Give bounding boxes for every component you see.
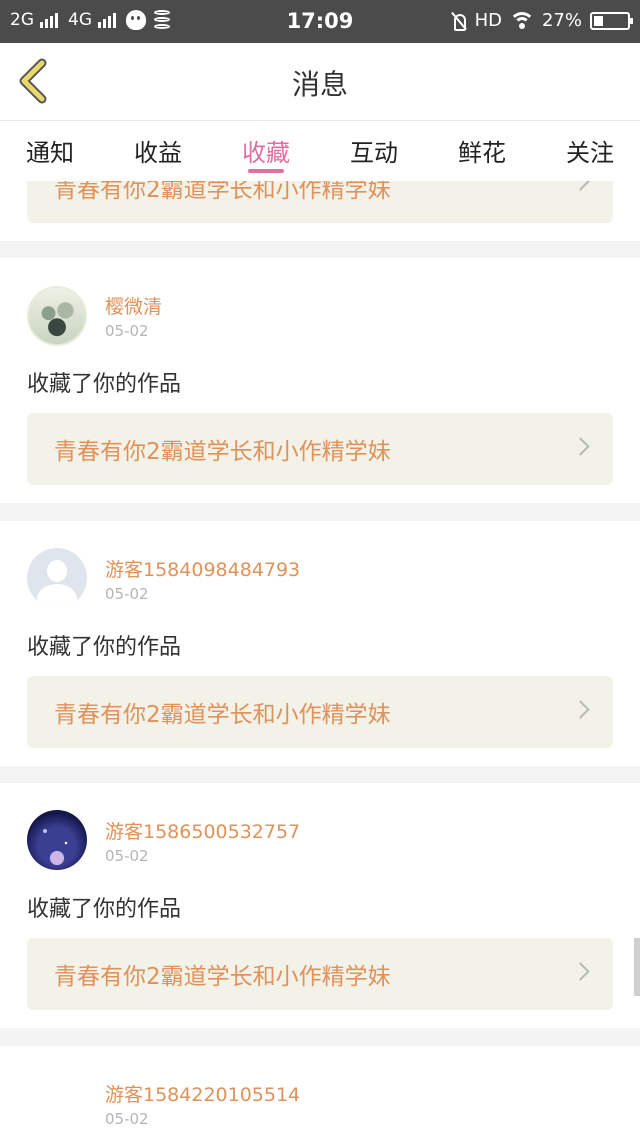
- battery-percent: 27%: [541, 10, 582, 31]
- scrollbar[interactable]: [634, 938, 640, 996]
- work-title: 青春有你2霸道学长和小作精学妹: [54, 964, 391, 990]
- username[interactable]: 游客1584220105514: [105, 1080, 300, 1107]
- header: 消息: [0, 43, 640, 121]
- battery-icon: [590, 11, 633, 30]
- avatar[interactable]: [27, 548, 87, 608]
- mute-icon: [451, 12, 467, 31]
- work-title: 青春有你2霸道学长和小作精学妹: [54, 181, 391, 203]
- work-link[interactable]: 青春有你2霸道学长和小作精学妹: [27, 938, 613, 1010]
- chevron-right-icon: [571, 962, 590, 981]
- tab-bar: 通知 收益 收藏 互动 鲜花 关注: [0, 121, 640, 181]
- work-link[interactable]: 青春有你2霸道学长和小作精学妹: [27, 181, 613, 223]
- date: 05-02: [105, 322, 149, 340]
- tab-interactions[interactable]: 互动: [350, 121, 398, 181]
- avatar[interactable]: [27, 810, 87, 870]
- chevron-right-icon: [571, 437, 590, 456]
- list-item: 游客1586500532757 05-02 收藏了你的作品 青春有你2霸道学长和…: [0, 783, 640, 1028]
- avatar[interactable]: [27, 286, 87, 346]
- chevron-right-icon: [571, 181, 590, 191]
- default-avatar-icon: [47, 560, 67, 582]
- username[interactable]: 游客1586500532757: [105, 817, 300, 844]
- hd-label: HD: [474, 10, 502, 31]
- action-text: 收藏了你的作品: [27, 635, 182, 660]
- work-link[interactable]: 青春有你2霸道学长和小作精学妹: [27, 413, 613, 485]
- page-title: 消息: [291, 68, 348, 101]
- wifi-icon: [509, 11, 534, 30]
- date: 05-02: [105, 847, 149, 865]
- action-text: 收藏了你的作品: [27, 897, 182, 922]
- tab-notifications[interactable]: 通知: [26, 121, 74, 181]
- work-title: 青春有你2霸道学长和小作精学妹: [54, 702, 391, 728]
- date: 05-02: [105, 1110, 149, 1128]
- list-item: 游客1584098484793 05-02 收藏了你的作品 青春有你2霸道学长和…: [0, 521, 640, 766]
- status-bar: 2G 4G 17:09 HD 27%: [0, 0, 640, 43]
- list-item: 樱微清 05-02 收藏了你的作品 青春有你2霸道学长和小作精学妹: [0, 258, 640, 503]
- date: 05-02: [105, 585, 149, 603]
- work-title: 青春有你2霸道学长和小作精学妹: [54, 439, 391, 465]
- username[interactable]: 游客1584098484793: [105, 555, 300, 582]
- username[interactable]: 樱微清: [105, 292, 162, 319]
- action-text: 收藏了你的作品: [27, 372, 182, 397]
- tab-flowers[interactable]: 鲜花: [458, 121, 506, 181]
- tab-earnings[interactable]: 收益: [134, 121, 182, 181]
- list-item: 游客1584220105514 05-02: [0, 1046, 640, 1138]
- list-item: 青春有你2霸道学长和小作精学妹: [0, 181, 640, 241]
- message-feed: 青春有你2霸道学长和小作精学妹 樱微清 05-02 收藏了你的作品 青春有你2霸…: [0, 181, 640, 1138]
- tab-follows[interactable]: 关注: [566, 121, 614, 181]
- work-link[interactable]: 青春有你2霸道学长和小作精学妹: [27, 676, 613, 748]
- tab-favorites[interactable]: 收藏: [242, 121, 290, 181]
- chevron-right-icon: [571, 700, 590, 719]
